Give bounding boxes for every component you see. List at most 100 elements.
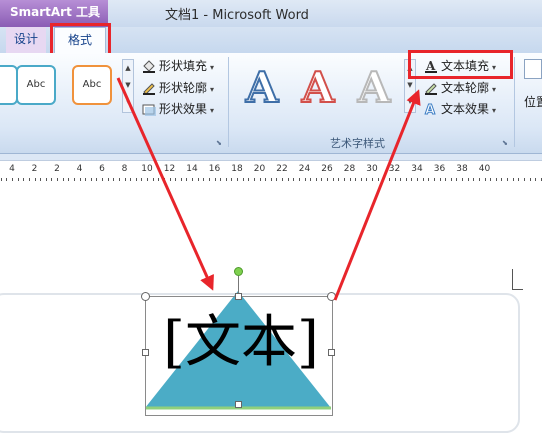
ruler-tick xyxy=(276,178,278,181)
ruler-tick xyxy=(518,178,520,181)
ruler-tick xyxy=(523,178,525,181)
ruler-tick xyxy=(462,178,463,181)
ruler-tick xyxy=(12,178,13,181)
resize-handle-top-right[interactable] xyxy=(327,292,336,301)
ruler-number: 30 xyxy=(366,164,378,174)
ruler-number: 12 xyxy=(163,164,176,174)
ruler-tick xyxy=(428,178,430,181)
ruler-tick xyxy=(473,178,475,181)
shape-text[interactable]: [文本] xyxy=(148,311,334,375)
ruler-tick xyxy=(343,178,345,181)
resize-handle-top-left[interactable] xyxy=(141,292,150,301)
ruler-tick xyxy=(372,178,373,181)
pencil-icon xyxy=(142,81,156,95)
ruler-tick xyxy=(388,178,390,181)
ruler-tick xyxy=(175,178,177,181)
ruler-tick xyxy=(40,178,42,181)
ruler-tick xyxy=(360,178,362,181)
ruler-tick xyxy=(208,178,210,181)
ruler-number: 6 xyxy=(99,164,105,174)
ruler-number: 18 xyxy=(231,164,243,174)
horizontal-ruler[interactable]: 4 2 2 4 6 8 10 12 14 16 18 20 22 24 26 28 30 32 34 36 38 40 xyxy=(0,160,542,184)
ruler-tick xyxy=(332,178,334,181)
ruler-tick xyxy=(231,178,233,181)
window-title: 文档1 - Microsoft Word xyxy=(165,8,309,23)
ruler-tick xyxy=(130,178,132,181)
chevron-down-icon: ▾ xyxy=(210,85,215,94)
wordart-styles-launcher-icon[interactable]: ⬊ xyxy=(502,139,510,147)
ruler-tick xyxy=(478,178,480,181)
ruler-number: 4 xyxy=(9,164,15,174)
ruler-tick xyxy=(192,178,193,181)
ruler-tick xyxy=(433,178,435,181)
ruler-tick xyxy=(366,178,368,181)
ruler-tick xyxy=(259,178,261,181)
document-canvas[interactable]: [文本] xyxy=(0,183,542,433)
ruler-tick xyxy=(383,178,385,181)
ruler-tick xyxy=(248,178,250,181)
paint-bucket-icon xyxy=(142,59,156,73)
ruler-tick xyxy=(445,178,447,181)
ruler-tick xyxy=(282,178,283,181)
ruler-tick xyxy=(102,178,103,181)
ruler-tick xyxy=(28,178,30,181)
ruler-number: 32 xyxy=(388,164,401,174)
text-fill-button[interactable]: A 文本填充 ▾ xyxy=(424,56,496,76)
text-effects-icon: A xyxy=(424,102,438,118)
ruler-tick xyxy=(124,178,126,181)
ruler-number: 26 xyxy=(321,164,333,174)
position-button[interactable]: 位置 xyxy=(520,57,542,137)
text-outline-label: 文本轮廓 xyxy=(441,81,490,95)
rotation-handle[interactable] xyxy=(234,267,243,276)
text-outline-button[interactable]: 文本轮廓 ▾ xyxy=(424,78,496,98)
ruler-number: 40 xyxy=(478,164,491,174)
shape-style-2[interactable]: Abc xyxy=(72,65,112,105)
ruler-number: 8 xyxy=(121,164,128,174)
ruler-tick xyxy=(422,178,424,181)
ruler-number: 14 xyxy=(186,164,198,174)
wordart-style-red[interactable]: A xyxy=(294,62,342,115)
resize-handle-top[interactable] xyxy=(235,293,242,300)
wordart-gallery-scroll[interactable]: ▲ ▼ ▾ xyxy=(404,59,416,113)
ruler-tick xyxy=(349,178,351,181)
ruler-tick xyxy=(417,178,418,181)
svg-text:A: A xyxy=(425,103,435,116)
ruler-tick xyxy=(68,178,70,181)
chevron-down-icon: ▾ xyxy=(210,106,215,115)
text-effects-button[interactable]: A 文本效果 ▾ xyxy=(424,99,497,119)
ruler-tick xyxy=(310,178,312,181)
ruler-tick xyxy=(467,178,469,181)
wordart-style-gray[interactable]: A xyxy=(350,62,398,115)
shape-fill-button[interactable]: 形状填充 ▾ xyxy=(142,56,214,76)
ruler-tick xyxy=(152,178,154,181)
ruler-tick xyxy=(484,178,486,181)
ruler-number: 36 xyxy=(433,164,446,174)
ruler-tick xyxy=(529,178,531,181)
tab-format[interactable]: 格式 xyxy=(54,27,106,53)
ribbon: Abc Abc ▲ ▼ ▾ 形状填充 ▾ 形状轮廓 ▾ 形状效果 ▾ ⬊ A A A ▲ ▼… xyxy=(0,53,542,154)
wordart-style-blue[interactable]: A xyxy=(238,62,286,115)
shape-fill-label: 形状填充 xyxy=(159,59,208,73)
ruler-tick xyxy=(450,178,452,181)
resize-handle-bottom[interactable] xyxy=(235,401,242,408)
ruler-tick xyxy=(141,178,143,181)
ruler-tick xyxy=(237,178,238,181)
shape-style-1[interactable]: Abc xyxy=(16,65,56,105)
shape-effects-button[interactable]: 形状效果 ▾ xyxy=(142,99,214,119)
ruler-tick xyxy=(220,178,222,181)
ruler-tick xyxy=(214,178,216,181)
ribbon-tab-row: 设计 格式 xyxy=(0,27,542,53)
shape-effects-label: 形状效果 xyxy=(159,102,208,116)
wordart-styles-group-label: 艺术字样式 xyxy=(330,137,385,150)
ruler-tick xyxy=(203,178,205,181)
text-fill-icon: A xyxy=(424,59,438,73)
shape-gallery-scroll[interactable]: ▲ ▼ ▾ xyxy=(122,59,134,113)
shape-outline-button[interactable]: 形状轮廓 ▾ xyxy=(142,78,214,98)
tab-design[interactable]: 设计 xyxy=(6,27,46,53)
ruler-tick xyxy=(287,178,289,181)
ruler-tick xyxy=(113,178,115,181)
ruler-tick xyxy=(394,178,396,181)
ruler-tick xyxy=(298,178,300,181)
shape-styles-launcher-icon[interactable]: ⬊ xyxy=(216,139,224,147)
ruler-tick xyxy=(377,178,379,181)
